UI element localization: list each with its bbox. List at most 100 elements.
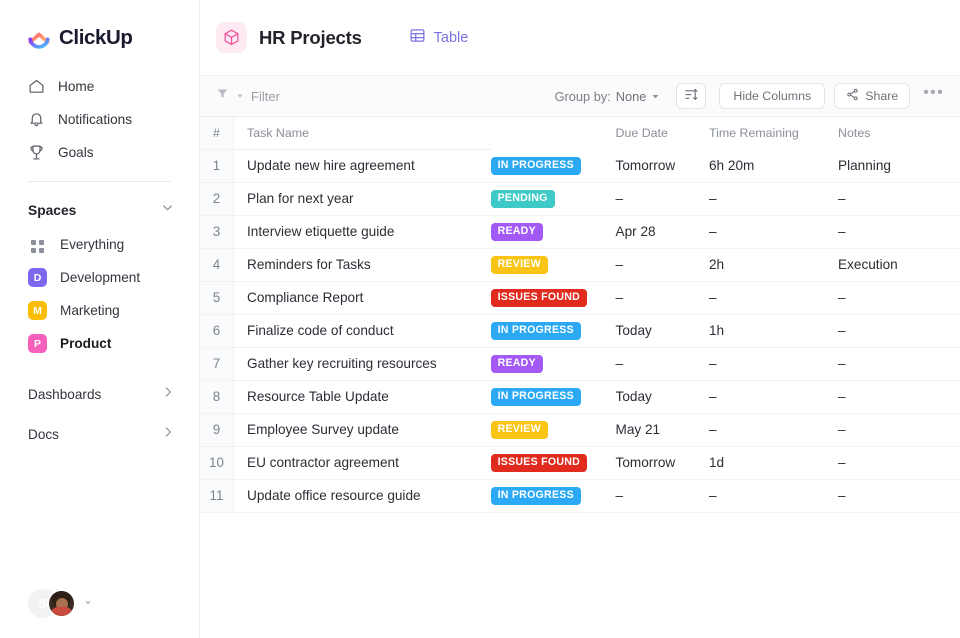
- due-date-cell[interactable]: –: [615, 479, 709, 513]
- due-date-cell[interactable]: Tomorrow: [615, 149, 709, 183]
- status-cell[interactable]: IN PROGRESS: [490, 380, 616, 414]
- notes-cell[interactable]: –: [838, 380, 960, 414]
- column-header-notes[interactable]: Notes: [838, 117, 960, 149]
- notes-cell[interactable]: –: [838, 215, 960, 249]
- sort-button[interactable]: [676, 83, 707, 109]
- table-row[interactable]: 8 Resource Table Update IN PROGRESS Today – –: [200, 380, 960, 414]
- hide-columns-button[interactable]: Hide Columns: [719, 83, 826, 109]
- column-header-task[interactable]: Task Name: [233, 117, 491, 150]
- notes-cell[interactable]: –: [838, 182, 960, 216]
- task-name-cell[interactable]: Update new hire agreement: [233, 149, 491, 183]
- due-date-cell[interactable]: May 21: [615, 413, 709, 447]
- task-name-cell[interactable]: Reminders for Tasks: [233, 248, 491, 282]
- task-name-cell[interactable]: Update office resource guide: [233, 479, 491, 513]
- filter-button[interactable]: Filter: [216, 87, 280, 105]
- notes-cell[interactable]: –: [838, 314, 960, 348]
- sidebar-item-docs[interactable]: Docs: [0, 414, 199, 454]
- notes-cell[interactable]: –: [838, 479, 960, 513]
- table-row[interactable]: 10 EU contractor agreement ISSUES FOUND Tom…: [200, 446, 960, 480]
- task-name-cell[interactable]: EU contractor agreement: [233, 446, 491, 480]
- status-badge[interactable]: PENDING: [490, 190, 555, 208]
- column-header-number[interactable]: #: [200, 117, 235, 150]
- time-remaining-cell[interactable]: –: [709, 413, 839, 447]
- brand[interactable]: ClickUp: [0, 0, 199, 50]
- status-cell[interactable]: IN PROGRESS: [490, 149, 616, 183]
- time-remaining-cell[interactable]: –: [709, 215, 839, 249]
- notes-cell[interactable]: –: [838, 446, 960, 480]
- table-row[interactable]: 11 Update office resource guide IN PROGRES…: [200, 479, 960, 513]
- sidebar-item-notifications[interactable]: Notifications: [0, 103, 199, 136]
- status-cell[interactable]: ISSUES FOUND: [490, 281, 616, 315]
- sidebar-item-dashboards[interactable]: Dashboards: [0, 374, 199, 414]
- status-badge[interactable]: READY: [490, 355, 543, 373]
- notes-cell[interactable]: –: [838, 347, 960, 381]
- status-cell[interactable]: READY: [490, 347, 616, 381]
- due-date-cell[interactable]: –: [615, 248, 709, 282]
- sidebar-item-marketing[interactable]: M Marketing: [0, 294, 199, 327]
- group-by-dropdown[interactable]: Group by: None: [555, 89, 661, 104]
- status-cell[interactable]: ISSUES FOUND: [490, 446, 616, 480]
- sidebar-item-home[interactable]: Home: [0, 70, 199, 103]
- time-remaining-cell[interactable]: –: [709, 182, 839, 216]
- chevron-down-icon[interactable]: [83, 598, 93, 610]
- time-remaining-cell[interactable]: 1d: [709, 446, 839, 480]
- due-date-cell[interactable]: Today: [615, 380, 709, 414]
- status-badge[interactable]: REVIEW: [490, 256, 548, 274]
- due-date-cell[interactable]: Today: [615, 314, 709, 348]
- due-date-cell[interactable]: –: [615, 347, 709, 381]
- table-row[interactable]: 9 Employee Survey update REVIEW May 21– –: [200, 413, 960, 447]
- status-badge[interactable]: ISSUES FOUND: [490, 454, 588, 472]
- share-button[interactable]: Share: [834, 83, 911, 109]
- task-name-cell[interactable]: Plan for next year: [233, 182, 491, 216]
- table-row[interactable]: 4 Reminders for Tasks REVIEW –2h Execution: [200, 248, 960, 282]
- status-badge[interactable]: REVIEW: [490, 421, 548, 439]
- time-remaining-cell[interactable]: –: [709, 347, 839, 381]
- more-options-button[interactable]: •••: [923, 84, 944, 108]
- spaces-section-header[interactable]: Spaces: [0, 182, 199, 228]
- sidebar-item-goals[interactable]: Goals: [0, 136, 199, 169]
- time-remaining-cell[interactable]: 6h 20m: [709, 149, 839, 183]
- time-remaining-cell[interactable]: –: [709, 479, 839, 513]
- status-badge[interactable]: IN PROGRESS: [490, 388, 581, 406]
- due-date-cell[interactable]: –: [615, 182, 709, 216]
- task-name-cell[interactable]: Employee Survey update: [233, 413, 491, 447]
- status-badge[interactable]: READY: [490, 223, 543, 241]
- column-header-status[interactable]: [491, 117, 616, 149]
- chevron-down-icon[interactable]: [160, 200, 175, 220]
- status-cell[interactable]: REVIEW: [490, 248, 616, 282]
- column-header-time[interactable]: Time Remaining: [709, 117, 838, 149]
- table-row[interactable]: 1 Update new hire agreement IN PROGRESS Tom…: [200, 149, 960, 183]
- task-name-cell[interactable]: Finalize code of conduct: [233, 314, 491, 348]
- status-badge[interactable]: ISSUES FOUND: [490, 289, 588, 307]
- sidebar-item-product[interactable]: P Product: [0, 327, 199, 360]
- tab-table[interactable]: Table: [409, 27, 468, 49]
- notes-cell[interactable]: Execution: [838, 248, 960, 282]
- column-header-due[interactable]: Due Date: [616, 117, 709, 149]
- sidebar-item-development[interactable]: D Development: [0, 261, 199, 294]
- status-cell[interactable]: READY: [490, 215, 616, 249]
- status-cell[interactable]: PENDING: [490, 182, 616, 216]
- status-cell[interactable]: IN PROGRESS: [490, 314, 616, 348]
- sidebar-item-everything[interactable]: Everything: [0, 228, 199, 261]
- status-badge[interactable]: IN PROGRESS: [490, 157, 581, 175]
- due-date-cell[interactable]: –: [615, 281, 709, 315]
- time-remaining-cell[interactable]: –: [709, 380, 839, 414]
- table-row[interactable]: 3 Interview etiquette guide READY Apr 28– –: [200, 215, 960, 249]
- status-badge[interactable]: IN PROGRESS: [490, 487, 581, 505]
- table-row[interactable]: 6 Finalize code of conduct IN PROGRESS Toda…: [200, 314, 960, 348]
- task-name-cell[interactable]: Gather key recruiting resources: [233, 347, 491, 381]
- avatar[interactable]: [47, 589, 76, 618]
- time-remaining-cell[interactable]: –: [709, 281, 839, 315]
- table-row[interactable]: 7 Gather key recruiting resources READY – – –: [200, 347, 960, 381]
- task-name-cell[interactable]: Resource Table Update: [233, 380, 491, 414]
- status-cell[interactable]: IN PROGRESS: [490, 479, 616, 513]
- notes-cell[interactable]: Planning: [838, 149, 960, 183]
- due-date-cell[interactable]: Tomorrow: [615, 446, 709, 480]
- time-remaining-cell[interactable]: 1h: [709, 314, 839, 348]
- task-name-cell[interactable]: Interview etiquette guide: [233, 215, 491, 249]
- table-row[interactable]: 2 Plan for next year PENDING – – –: [200, 182, 960, 216]
- table-row[interactable]: 5 Compliance Report ISSUES FOUND – – –: [200, 281, 960, 315]
- notes-cell[interactable]: –: [838, 281, 960, 315]
- due-date-cell[interactable]: Apr 28: [615, 215, 709, 249]
- status-cell[interactable]: REVIEW: [490, 413, 616, 447]
